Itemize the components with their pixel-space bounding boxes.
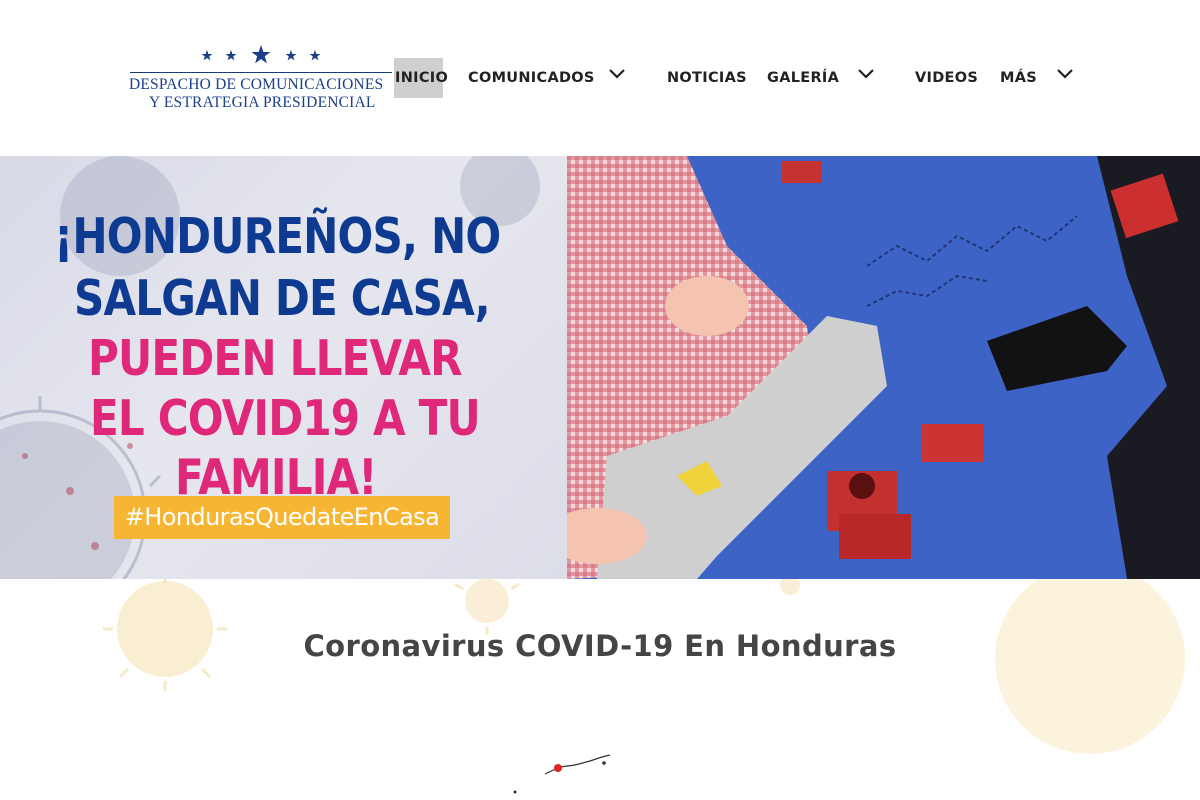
logo-title-line1: DESPACHO DE COMUNICACIONES	[129, 76, 384, 93]
chevron-down-icon[interactable]	[607, 66, 627, 82]
covid-section: Coronavirus COVID-19 En Honduras	[0, 579, 1200, 800]
nav-item-noticias[interactable]: NOTICIAS	[667, 58, 747, 98]
logo-divider	[130, 72, 392, 73]
nav-item-videos[interactable]: VIDEOS	[915, 58, 978, 98]
hero-message-panel: ¡HONDUREÑOS, NO SALGAN DE CASA, PUEDEN L…	[0, 156, 567, 579]
hero-headline-line3: PUEDEN LLEVAR	[88, 330, 463, 387]
logo-title-line2: Y ESTRATEGIA PRESIDENCIAL	[149, 94, 376, 111]
hero-headline-line2: SALGAN DE CASA,	[74, 270, 491, 327]
nav-item-comunicados[interactable]: COMUNICADOS	[468, 58, 595, 98]
chevron-down-icon[interactable]	[1055, 66, 1075, 82]
hero-headline-line1: ¡HONDUREÑOS, NO	[54, 208, 501, 265]
chevron-down-icon[interactable]	[856, 66, 876, 82]
virus-decoration-graphic	[103, 579, 1185, 794]
nav-item-galeria[interactable]: GALERÍA	[767, 58, 839, 98]
hero-headline-line4: EL COVID19 A TU	[90, 390, 481, 447]
hashtag-badge: #HondurasQuedateEnCasa	[114, 496, 450, 539]
nav-item-mas[interactable]: MÁS	[1000, 58, 1037, 98]
hero-photo-children-playing	[567, 156, 1200, 579]
hero-banner[interactable]: ¡HONDUREÑOS, NO SALGAN DE CASA, PUEDEN L…	[0, 156, 1200, 579]
site-logo[interactable]: DESPACHO DE COMUNICACIONES Y ESTRATEGIA …	[128, 44, 394, 116]
site-header: DESPACHO DE COMUNICACIONES Y ESTRATEGIA …	[0, 0, 1200, 156]
section-title: Coronavirus COVID-19 En Honduras	[303, 629, 897, 663]
star-icon	[201, 45, 321, 64]
hero-photo	[567, 156, 1200, 579]
honduras-map-fragment	[513, 754, 611, 794]
nav-item-inicio[interactable]: INICIO	[394, 58, 448, 98]
